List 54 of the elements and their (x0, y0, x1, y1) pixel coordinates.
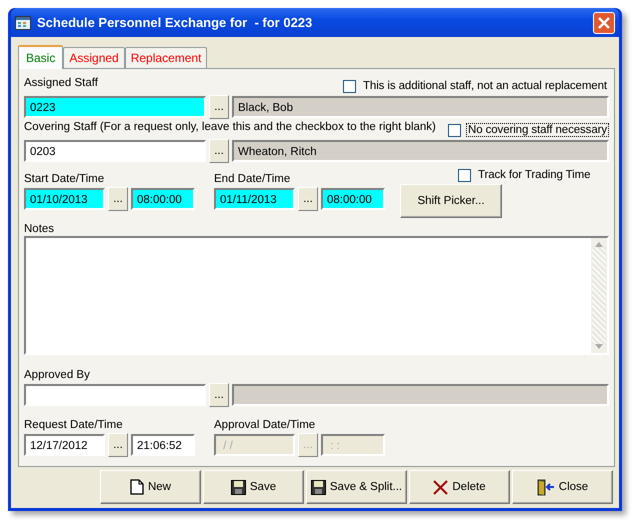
lookup-button[interactable]: ... (108, 433, 128, 457)
field-label: Start Date/Time (24, 173, 104, 185)
document-icon (130, 479, 144, 495)
tab[interactable]: Replacement (124, 47, 208, 68)
calendar-icon (15, 16, 31, 30)
toolbar-button[interactable]: Close (512, 470, 613, 504)
close-icon (598, 16, 610, 28)
date-field[interactable]: 01/10/2013 (24, 188, 105, 210)
lookup-button[interactable]: ... (209, 95, 229, 119)
lookup-button[interactable]: ... (209, 139, 229, 163)
checkbox-label[interactable]: No covering staff necessary (466, 123, 609, 137)
time-field[interactable]: 08:00:00 (321, 188, 385, 210)
toolbar-button[interactable]: New (100, 470, 201, 504)
close-button[interactable] (593, 12, 615, 34)
x-icon (433, 480, 448, 494)
door-exit-icon (536, 478, 555, 496)
window-title: Schedule Personnel Exchange for - for 0223 (37, 15, 314, 30)
staff-code-field[interactable]: 0223 (24, 96, 206, 118)
date-field: / / (214, 434, 295, 456)
lookup-button[interactable]: ... (298, 187, 318, 211)
lookup-button[interactable]: ... (209, 383, 229, 407)
checkbox[interactable] (448, 124, 461, 136)
checkbox-label[interactable]: This is additional staff, not an actual replacement (361, 79, 609, 93)
field-label: Notes (24, 223, 54, 235)
date-field[interactable]: 12/17/2012 (24, 434, 105, 456)
scrollbar[interactable] (591, 238, 607, 353)
staff-name-field[interactable] (232, 384, 609, 406)
field-label: Covering Staff (For a request only, leave this and the checkbox to the right blank) (24, 121, 436, 133)
staff-name-field[interactable]: Black, Bob (232, 96, 609, 118)
tab[interactable]: Basic (18, 45, 64, 69)
time-field: : : (321, 434, 385, 456)
staff-name-field[interactable]: Wheaton, Ritch (232, 140, 609, 162)
field-label: Approval Date/Time (214, 419, 316, 431)
field-label: Approved By (24, 369, 90, 381)
toolbar-button[interactable]: Save & Split... (306, 470, 407, 504)
up-arrow-icon[interactable] (595, 242, 603, 247)
staff-code-field[interactable] (24, 384, 206, 406)
date-field[interactable]: 01/11/2013 (214, 188, 295, 210)
staff-code-field[interactable]: 0203 (24, 140, 206, 162)
checkbox[interactable] (343, 80, 356, 92)
field-label: End Date/Time (214, 173, 290, 185)
field-label: Request Date/Time (24, 419, 123, 431)
tab[interactable]: Assigned (63, 47, 125, 68)
toolbar-button[interactable]: Save (203, 470, 304, 504)
down-arrow-icon[interactable] (595, 344, 603, 349)
lookup-button[interactable]: ... (108, 187, 128, 211)
checkbox-label[interactable]: Track for Trading Time (476, 168, 592, 182)
shift-picker-button[interactable]: Shift Picker... (400, 184, 502, 218)
time-field[interactable]: 08:00:00 (131, 188, 195, 210)
notes-field[interactable] (24, 236, 609, 355)
toolbar-button[interactable]: Delete (409, 470, 510, 504)
time-field[interactable]: 21:06:52 (131, 434, 195, 456)
field-label: Assigned Staff (24, 77, 98, 89)
checkbox[interactable] (458, 168, 471, 182)
